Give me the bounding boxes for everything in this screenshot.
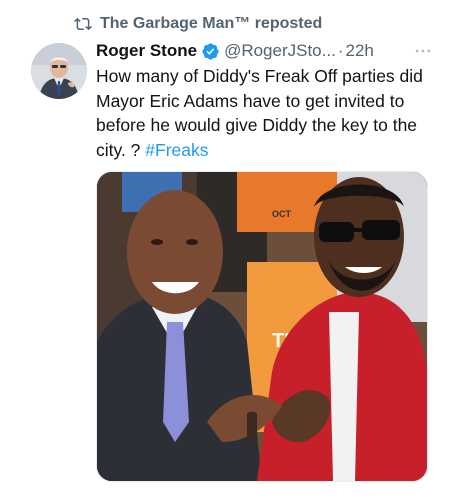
more-options-icon[interactable] [410,38,436,64]
repost-header[interactable]: The Garbage Man™ reposted [74,13,322,35]
author-name[interactable]: Roger Stone [96,41,197,61]
avatar[interactable] [31,43,87,99]
tweet-header: Roger Stone @RogerJSto... · 22h [96,38,436,64]
separator-dot: · [337,41,344,60]
tweet-photo[interactable]: TICK OCT [96,171,428,482]
author-handle[interactable]: @RogerJSto... [224,41,336,61]
repost-label[interactable]: The Garbage Man™ reposted [100,15,322,33]
hashtag-link[interactable]: #Freaks [145,140,208,160]
tweet-timestamp[interactable]: 22h [345,41,373,61]
tweet-text: How many of Diddy's Freak Off parties di… [96,64,430,162]
verified-badge-icon [201,42,220,61]
repost-icon [74,15,92,33]
sign-text-oct: OCT [272,209,292,219]
tweet-card: The Garbage Man™ reposted Roger Stone @R… [0,0,456,500]
